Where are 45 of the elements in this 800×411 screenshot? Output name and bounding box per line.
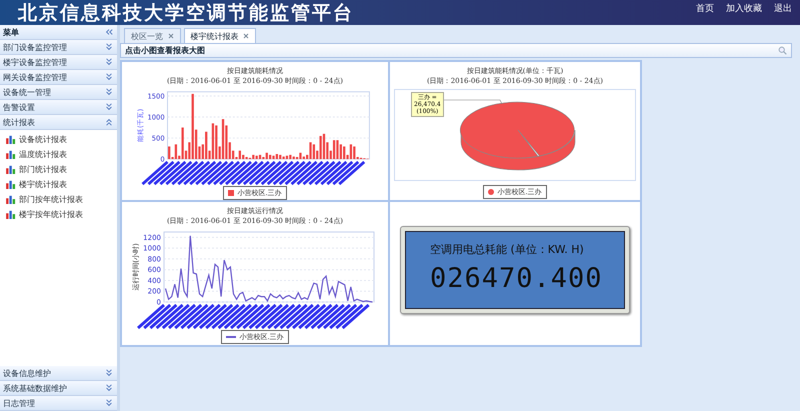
- bar-chart-icon: [6, 180, 16, 188]
- report-menu-item[interactable]: 楼宇统计报表: [6, 177, 117, 191]
- report-menu-item[interactable]: 温度统计报表: [6, 147, 117, 161]
- bar-chart-icon: [6, 150, 16, 158]
- menu-group[interactable]: 设备信息维护: [0, 366, 117, 381]
- chevron-down-icon: [105, 103, 113, 111]
- chevron-down-icon: [105, 88, 113, 96]
- tab[interactable]: 楼宇统计报表: [184, 28, 256, 43]
- menu-title: 菜单: [3, 26, 19, 38]
- chevron-down-icon: [105, 369, 113, 377]
- close-icon[interactable]: [243, 33, 250, 39]
- meter-label: 空调用电总耗能 (单位：KW. H): [430, 242, 585, 257]
- bar-chart-icon: [6, 134, 16, 144]
- report-menu-item[interactable]: 部门按年统计报表: [6, 192, 117, 206]
- menu-group[interactable]: 日志管理: [0, 396, 117, 411]
- chevron-down-icon: [105, 399, 113, 407]
- report-menu-item[interactable]: 楼宇按年统计报表: [6, 207, 117, 221]
- toolbar-hint: 点击小图查看报表大图: [125, 45, 205, 56]
- chevron-down-icon: [105, 384, 113, 392]
- chevron-down-icon: [105, 73, 113, 81]
- close-icon[interactable]: [168, 33, 174, 39]
- menu-group[interactable]: 系统基础数据维护: [0, 381, 117, 396]
- report-menu-item[interactable]: 设备统计报表: [6, 132, 117, 146]
- menu-group[interactable]: 部门设备监控管理: [0, 40, 117, 55]
- menu-group[interactable]: 告警设置: [0, 100, 117, 115]
- meter-reading: 026470.400: [430, 263, 604, 294]
- report-menu-item[interactable]: 部门统计报表: [6, 162, 117, 176]
- search-icon[interactable]: [778, 46, 787, 55]
- menu-group[interactable]: 网关设备监控管理: [0, 70, 117, 85]
- collapse-icon[interactable]: [105, 28, 113, 36]
- bar-chart-icon: [6, 210, 16, 218]
- chevron-down-icon: [105, 58, 113, 66]
- menu-group[interactable]: 设备统一管理: [0, 85, 117, 100]
- menu-group[interactable]: 统计报表: [0, 115, 117, 130]
- header-link[interactable]: 加入收藏: [726, 2, 762, 15]
- report-panel[interactable]: 空调用电总耗能 (单位：KW. H) 026470.400: [389, 201, 641, 346]
- menu-group[interactable]: 楼宇设备监控管理: [0, 55, 117, 70]
- site-title: 北京信息科技大学空调节能监管平台: [18, 0, 354, 26]
- chevron-up-icon: [105, 118, 113, 126]
- header-link[interactable]: 首页: [696, 2, 714, 15]
- bar-chart-icon: [6, 194, 16, 204]
- header-link[interactable]: 退出: [774, 2, 792, 15]
- chevron-down-icon: [105, 43, 113, 51]
- tab[interactable]: 校区一览: [124, 28, 181, 43]
- bar-chart-icon: [6, 164, 16, 174]
